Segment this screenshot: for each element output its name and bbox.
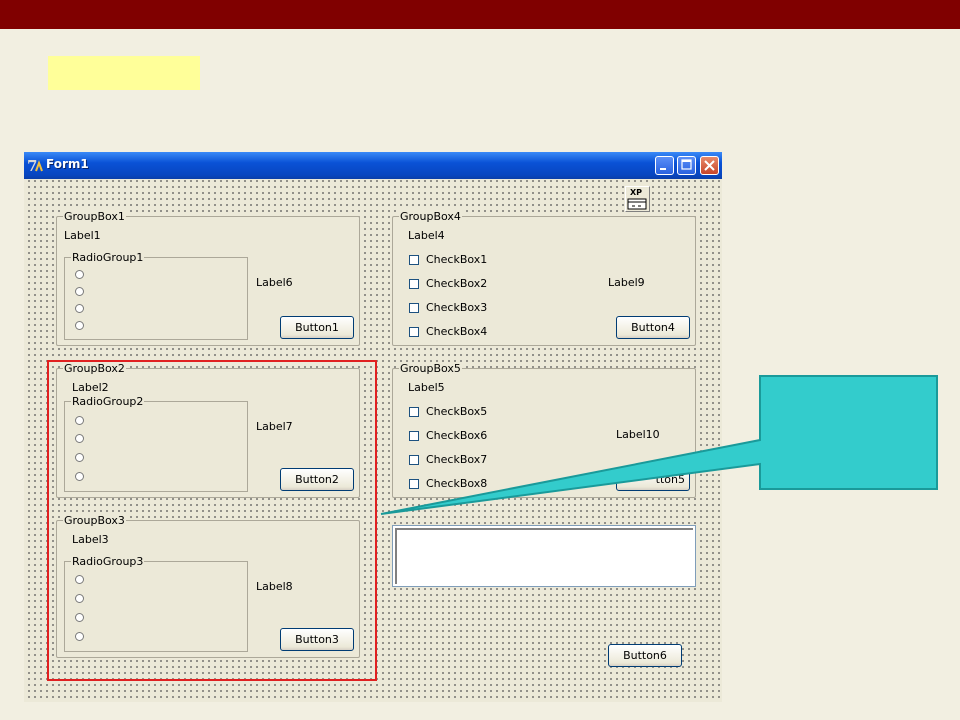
callout-shape [380,375,938,515]
